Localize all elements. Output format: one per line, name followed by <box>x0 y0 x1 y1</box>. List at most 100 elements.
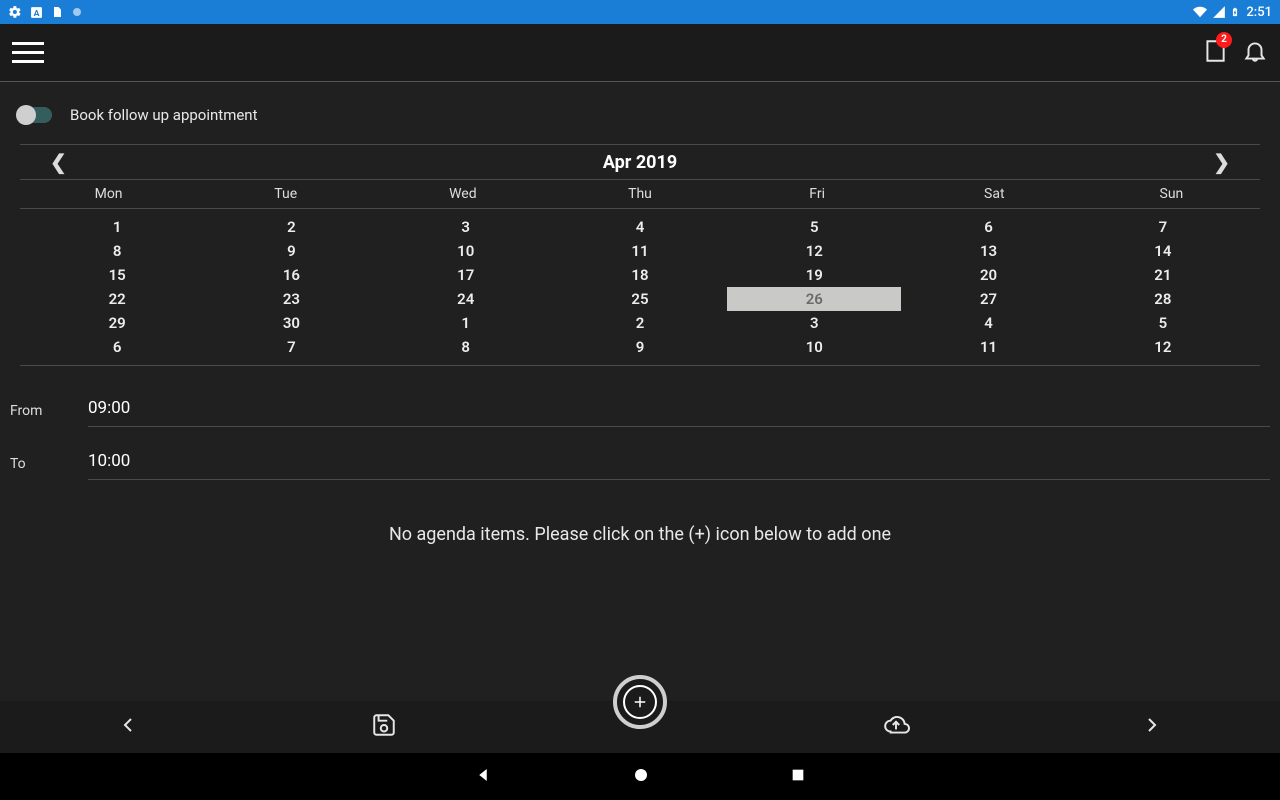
svg-text:A: A <box>34 8 40 18</box>
calendar-date-cell[interactable]: 21 <box>1076 263 1250 287</box>
calendar-date-cell[interactable]: 9 <box>553 335 727 359</box>
note-button[interactable]: 2 <box>1202 38 1228 68</box>
calendar-date-cell[interactable]: 18 <box>553 263 727 287</box>
calendar-row: 22232425262728 <box>30 287 1250 311</box>
calendar-date-cell[interactable]: 2 <box>553 311 727 335</box>
toolbar-forward-button[interactable] <box>1140 713 1164 741</box>
followup-switch[interactable] <box>18 107 52 123</box>
chevron-right-icon <box>1140 713 1164 737</box>
calendar-day-header: Sat <box>906 180 1083 208</box>
settings-gear-icon <box>8 5 22 19</box>
calendar-date-cell[interactable]: 23 <box>204 287 378 311</box>
calendar-date-cell[interactable]: 2 <box>204 215 378 239</box>
cell-signal-icon <box>1212 5 1226 19</box>
agenda-empty-message: No agenda items. Please click on the (+)… <box>10 524 1270 545</box>
calendar-row: 891011121314 <box>30 239 1250 263</box>
calendar-next-button[interactable]: ❯ <box>1213 150 1230 175</box>
status-time: 2:51 <box>1246 5 1272 20</box>
toolbar-save-button[interactable] <box>371 712 397 742</box>
calendar-date-cell[interactable]: 11 <box>553 239 727 263</box>
calendar-row: 6789101112 <box>30 335 1250 359</box>
chevron-left-icon <box>116 713 140 737</box>
calendar-date-cell[interactable]: 17 <box>379 263 553 287</box>
triangle-back-icon <box>474 766 492 784</box>
calendar-date-cell[interactable]: 6 <box>901 215 1075 239</box>
followup-toggle-row: Book follow up appointment <box>10 98 1270 144</box>
letter-a-icon: A <box>30 6 43 19</box>
calendar-nav: ❮ Apr 2019 ❯ <box>20 144 1260 180</box>
calendar-date-cell[interactable]: 14 <box>1076 239 1250 263</box>
toolbar-back-button[interactable] <box>116 713 140 741</box>
calendar-date-cell[interactable]: 15 <box>30 263 204 287</box>
calendar-date-cell[interactable]: 7 <box>1076 215 1250 239</box>
time-section: From 09:00 To 10:00 <box>10 384 1270 490</box>
calendar-day-header: Wed <box>374 180 551 208</box>
calendar-date-cell[interactable]: 10 <box>727 335 901 359</box>
calendar-date-cell[interactable]: 12 <box>727 239 901 263</box>
calendar-date-cell[interactable]: 4 <box>901 311 1075 335</box>
app-titlebar: 2 <box>0 24 1280 82</box>
calendar-row: 1234567 <box>30 215 1250 239</box>
calendar-date-cell[interactable]: 12 <box>1076 335 1250 359</box>
followup-label: Book follow up appointment <box>70 106 258 124</box>
from-time-input[interactable]: 09:00 <box>88 394 1270 427</box>
status-right: 2:51 <box>1192 4 1272 20</box>
calendar-date-cell[interactable]: 1 <box>379 311 553 335</box>
main-content: Book follow up appointment ❮ Apr 2019 ❯ … <box>0 82 1280 701</box>
calendar-date-cell[interactable]: 6 <box>30 335 204 359</box>
calendar-date-cell[interactable]: 10 <box>379 239 553 263</box>
calendar-day-header: Tue <box>197 180 374 208</box>
calendar-row: 15161718192021 <box>30 263 1250 287</box>
calendar-date-cell[interactable]: 5 <box>1076 311 1250 335</box>
calendar-date-cell[interactable]: 3 <box>379 215 553 239</box>
floppy-save-icon <box>371 712 397 738</box>
to-label: To <box>10 456 88 472</box>
android-back-button[interactable] <box>474 766 492 788</box>
notification-badge: 2 <box>1216 32 1232 48</box>
calendar-date-cell[interactable]: 4 <box>553 215 727 239</box>
cloud-upload-icon <box>881 712 911 738</box>
calendar-date-cell[interactable]: 8 <box>30 239 204 263</box>
calendar-date-cell[interactable]: 29 <box>30 311 204 335</box>
calendar-day-header: Thu <box>551 180 728 208</box>
calendar-date-cell[interactable]: 28 <box>1076 287 1250 311</box>
circle-home-icon <box>632 766 650 784</box>
toolbar-upload-button[interactable] <box>881 712 911 742</box>
document-icon <box>51 5 63 19</box>
calendar-day-header: Sun <box>1083 180 1260 208</box>
battery-icon <box>1230 4 1240 20</box>
calendar-date-cell[interactable]: 30 <box>204 311 378 335</box>
calendar-date-cell[interactable]: 16 <box>204 263 378 287</box>
calendar-day-header: Mon <box>20 180 197 208</box>
from-label: From <box>10 403 88 419</box>
bell-button[interactable] <box>1242 38 1268 68</box>
calendar-date-cell[interactable]: 19 <box>727 263 901 287</box>
to-time-input[interactable]: 10:00 <box>88 447 1270 480</box>
add-fab-button[interactable] <box>613 675 667 729</box>
android-status-bar: A 2:51 <box>0 0 1280 24</box>
calendar-date-cell[interactable]: 26 <box>727 287 901 311</box>
calendar-day-header: Fri <box>729 180 906 208</box>
calendar-date-cell[interactable]: 25 <box>553 287 727 311</box>
wifi-icon <box>1192 5 1208 19</box>
calendar-date-cell[interactable]: 22 <box>30 287 204 311</box>
calendar-date-cell[interactable]: 3 <box>727 311 901 335</box>
calendar-date-cell[interactable]: 5 <box>727 215 901 239</box>
calendar-date-cell[interactable]: 11 <box>901 335 1075 359</box>
calendar-row: 293012345 <box>30 311 1250 335</box>
calendar-date-cell[interactable]: 24 <box>379 287 553 311</box>
calendar-date-cell[interactable]: 20 <box>901 263 1075 287</box>
calendar-date-cell[interactable]: 1 <box>30 215 204 239</box>
calendar-prev-button[interactable]: ❮ <box>50 150 67 175</box>
calendar-date-cell[interactable]: 7 <box>204 335 378 359</box>
menu-hamburger-icon[interactable] <box>12 42 44 63</box>
calendar-date-cell[interactable]: 8 <box>379 335 553 359</box>
square-recent-icon <box>790 767 806 783</box>
android-home-button[interactable] <box>632 766 650 788</box>
android-recent-button[interactable] <box>790 767 806 787</box>
calendar-date-cell[interactable]: 13 <box>901 239 1075 263</box>
android-nav-bar <box>0 753 1280 800</box>
plus-icon <box>623 685 657 719</box>
calendar-date-cell[interactable]: 9 <box>204 239 378 263</box>
calendar-date-cell[interactable]: 27 <box>901 287 1075 311</box>
